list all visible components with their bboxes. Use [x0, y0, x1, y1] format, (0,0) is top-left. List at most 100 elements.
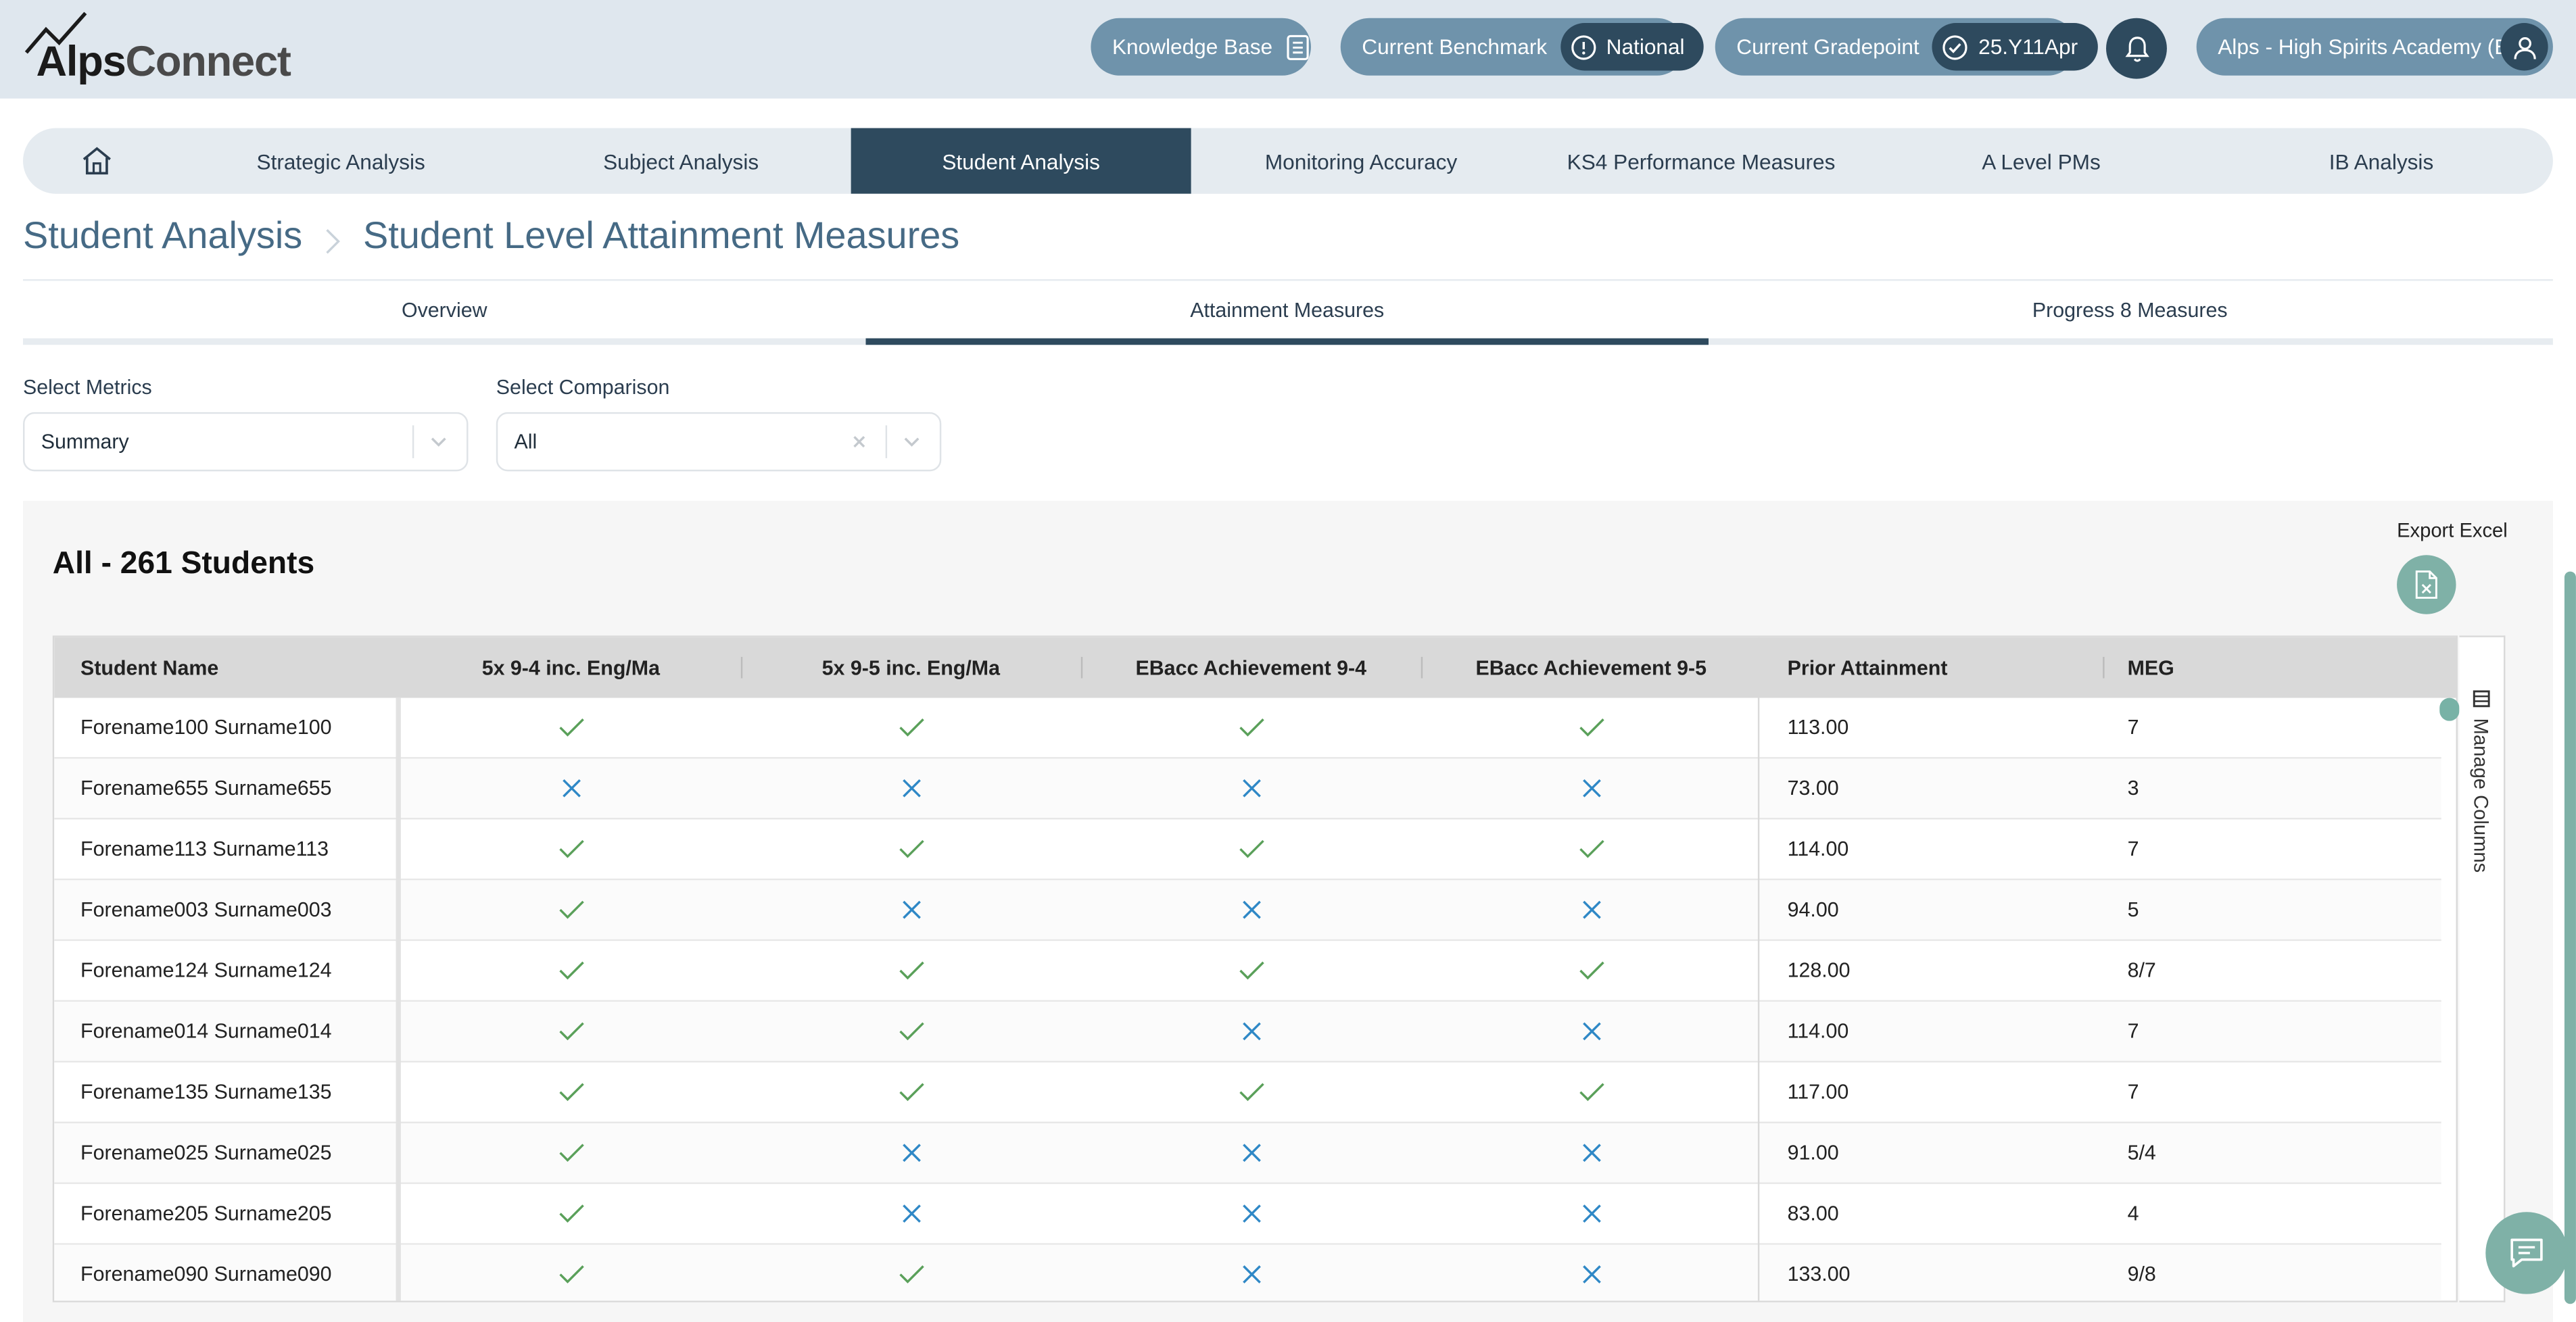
check-icon [741, 1245, 1081, 1301]
book-icon [1286, 34, 1308, 59]
benchmark-label: Current Benchmark [1362, 34, 1548, 59]
top-header: AlpsConnect Knowledge Base Current Bench… [0, 0, 2576, 99]
info-icon [1571, 34, 1596, 59]
header-ebacc-9-5[interactable]: EBacc Achievement 9-5 [1421, 637, 1761, 698]
check-icon [401, 698, 741, 757]
student-name-cell[interactable]: Forename025 Surname025 [80, 1123, 331, 1182]
check-icon [1421, 941, 1761, 1000]
student-name-cell[interactable]: Forename655 Surname655 [80, 759, 331, 818]
header-student-name[interactable]: Student Name [80, 637, 218, 698]
cross-icon [1421, 1002, 1761, 1060]
comparison-select-value: All [514, 430, 538, 454]
page-title: Student Level Attainment Measures [362, 213, 960, 257]
chat-icon [2510, 1238, 2543, 1268]
table-row[interactable]: Forename025 Surname025 91.00 5/4 [54, 1123, 2441, 1184]
meg-cell: 7 [2127, 716, 2139, 739]
benchmark-selector[interactable]: Current Benchmark National [1340, 18, 1704, 76]
select-divider [412, 425, 414, 458]
table-row[interactable]: Forename124 Surname124 128.00 8/7 [54, 941, 2441, 1002]
home-icon [82, 147, 111, 175]
manage-columns-label[interactable]: Manage Columns [2469, 690, 2492, 873]
table-row[interactable]: Forename003 Surname003 94.00 5 [54, 880, 2441, 941]
breadcrumb-parent[interactable]: Student Analysis [23, 214, 302, 258]
tab-ks4-performance-measures[interactable]: KS4 Performance Measures [1531, 128, 1871, 194]
cross-icon [741, 1184, 1081, 1243]
tab-student-analysis[interactable]: Student Analysis [851, 128, 1191, 194]
metrics-select[interactable]: Summary [23, 412, 469, 472]
subtab-attainment-measures[interactable]: Attainment Measures [866, 280, 1709, 338]
header-meg[interactable]: MEG [2128, 637, 2174, 698]
header-separator [2103, 656, 2105, 679]
cross-icon [1081, 1123, 1421, 1182]
prior-attainment-cell: 113.00 [1787, 716, 1849, 739]
check-icon [741, 698, 1081, 757]
student-name-cell[interactable]: Forename090 Surname090 [80, 1245, 331, 1301]
check-icon [1081, 941, 1421, 1000]
student-name-cell[interactable]: Forename100 Surname100 [80, 698, 331, 757]
alps-connect-logo[interactable]: AlpsConnect [23, 10, 310, 86]
chat-support-button[interactable] [2485, 1212, 2568, 1294]
table-row[interactable]: Forename205 Surname205 83.00 4 [54, 1183, 2441, 1245]
chevron-down-icon[interactable] [429, 432, 448, 451]
table-row[interactable]: Forename113 Surname113 114.00 7 [54, 819, 2441, 881]
header-5x-9-5[interactable]: 5x 9-5 inc. Eng/Ma [741, 637, 1081, 698]
prior-attainment-cell: 91.00 [1787, 1141, 1839, 1165]
table-row[interactable]: Forename090 Surname090 133.00 9/8 [54, 1244, 2441, 1301]
cross-icon [1421, 1184, 1761, 1243]
tab-a-level-pms[interactable]: A Level PMs [1871, 128, 2212, 194]
students-table: Student Name 5x 9-4 inc. Eng/Ma 5x 9-5 i… [52, 635, 2458, 1302]
tab-monitoring-accuracy[interactable]: Monitoring Accuracy [1191, 128, 1531, 194]
chevron-down-icon[interactable] [902, 432, 922, 451]
prior-attainment-cell: 83.00 [1787, 1202, 1839, 1225]
home-button[interactable] [23, 128, 171, 194]
check-icon [401, 1184, 741, 1243]
table-row[interactable]: Forename135 Surname135 117.00 7 [54, 1062, 2441, 1123]
table-row[interactable]: Forename655 Surname655 73.00 3 [54, 758, 2441, 820]
table-row[interactable]: Forename100 Surname100 113.00 7 [54, 697, 2441, 759]
school-account-button[interactable]: Alps - High Spirits Academy (E) [2196, 18, 2553, 76]
subtab-progress-8-measures[interactable]: Progress 8 Measures [1709, 280, 2551, 338]
tab-strategic-analysis[interactable]: Strategic Analysis [171, 128, 511, 194]
prior-attainment-cell: 94.00 [1787, 898, 1839, 922]
check-icon [401, 1123, 741, 1182]
student-name-cell[interactable]: Forename113 Surname113 [80, 819, 329, 878]
student-name-cell[interactable]: Forename135 Surname135 [80, 1062, 331, 1121]
check-icon [741, 819, 1081, 878]
metrics-label: Select Metrics [23, 376, 152, 399]
active-subtab-indicator [865, 338, 1709, 345]
cross-icon [1421, 759, 1761, 818]
check-circle-icon [1943, 34, 1968, 59]
header-prior-attainment[interactable]: Prior Attainment [1788, 637, 1948, 698]
gradepoint-selector[interactable]: Current Gradepoint 25.Y11Apr [1715, 18, 2098, 76]
subtab-overview[interactable]: Overview [23, 280, 865, 338]
student-name-cell[interactable]: Forename124 Surname124 [80, 941, 331, 1000]
check-icon [401, 941, 741, 1000]
meg-cell: 5 [2127, 898, 2139, 922]
header-ebacc-9-4[interactable]: EBacc Achievement 9-4 [1081, 637, 1421, 698]
results-title: All - 261 Students [52, 547, 315, 582]
header-5x-9-4[interactable]: 5x 9-4 inc. Eng/Ma [401, 637, 741, 698]
cross-icon [741, 759, 1081, 818]
benchmark-value: National [1606, 34, 1685, 59]
student-name-cell[interactable]: Forename014 Surname014 [80, 1002, 331, 1060]
cross-icon [1421, 1123, 1761, 1182]
logo-text: AlpsConnect [36, 36, 291, 86]
cross-icon [741, 1123, 1081, 1182]
page-scrollbar[interactable] [2564, 571, 2576, 1304]
main-navigation: Strategic Analysis Subject Analysis Stud… [23, 128, 2553, 194]
table-row[interactable]: Forename014 Surname014 114.00 7 [54, 1002, 2441, 1063]
comparison-select[interactable]: All [496, 412, 942, 472]
clear-icon[interactable] [849, 432, 869, 451]
prior-attainment-cell: 73.00 [1787, 777, 1839, 800]
tab-subject-analysis[interactable]: Subject Analysis [511, 128, 851, 194]
notifications-button[interactable] [2106, 18, 2167, 79]
student-name-cell[interactable]: Forename003 Surname003 [80, 880, 331, 939]
table-scroll-thumb[interactable] [2439, 697, 2460, 721]
cross-icon [401, 759, 741, 818]
knowledge-base-button[interactable]: Knowledge Base [1091, 18, 1311, 76]
comparison-label: Select Comparison [496, 376, 670, 399]
student-name-cell[interactable]: Forename205 Surname205 [80, 1184, 331, 1243]
column-divider [1757, 637, 1760, 1301]
tab-ib-analysis[interactable]: IB Analysis [2212, 128, 2552, 194]
export-excel-button[interactable] [2397, 555, 2456, 614]
